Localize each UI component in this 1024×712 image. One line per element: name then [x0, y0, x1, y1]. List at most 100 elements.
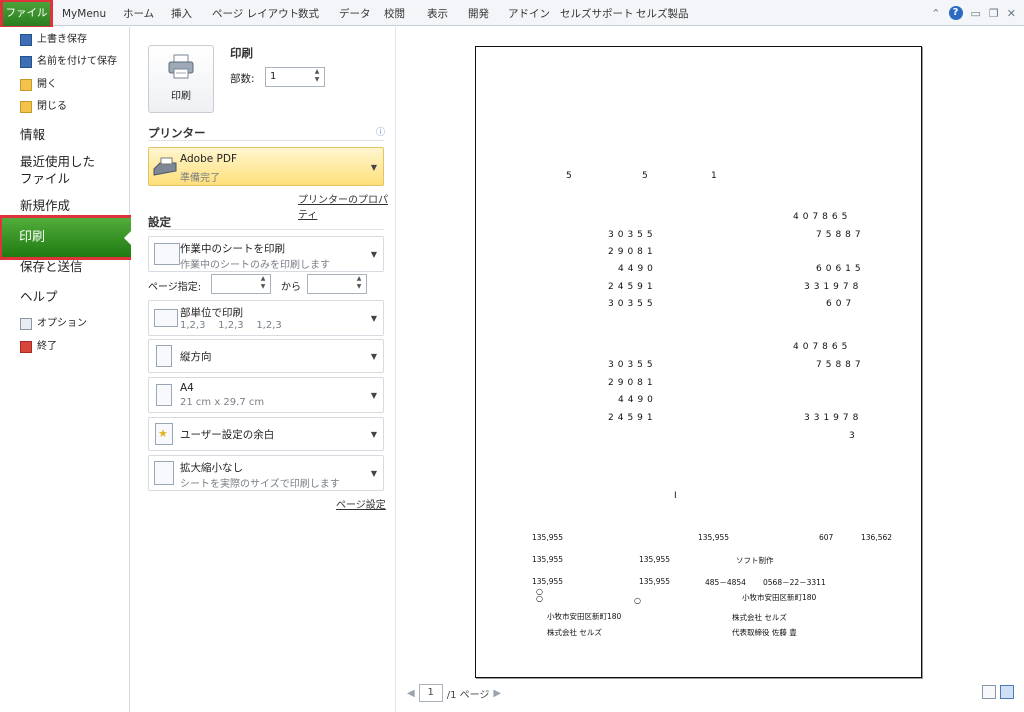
tab-cells-support[interactable]: セルズサポート — [560, 3, 634, 25]
tab-insert[interactable]: 挿入 — [171, 3, 192, 25]
nav-save[interactable]: 上書き保存 — [20, 31, 87, 49]
tab-developer[interactable]: 開発 — [468, 3, 489, 25]
preview-text: 331978 — [804, 282, 863, 292]
minimize-icon[interactable]: ▭ — [971, 7, 981, 20]
preview-text: 135,955 — [532, 577, 564, 586]
preview-text: 135,955 — [639, 577, 671, 586]
nav-new[interactable]: 新規作成 — [20, 197, 70, 214]
nav-recent-line2: ファイル — [20, 171, 71, 186]
paper-size-dropdown[interactable]: A4 21 cm x 29.7 cm ▼ — [148, 377, 384, 413]
margins-dropdown[interactable]: ★ ユーザー設定の余白 ▼ — [148, 417, 384, 451]
nav-close-label: 閉じる — [37, 101, 67, 112]
print-scope-dropdown[interactable]: 作業中のシートを印刷 作業中のシートのみを印刷します ▼ — [148, 236, 384, 272]
nav-save-label: 上書き保存 — [37, 34, 87, 45]
collapse-ribbon-icon[interactable]: ⌃ — [931, 7, 940, 20]
page-navigator: ◀ 1 /1 ページ ▶ — [407, 684, 501, 702]
restore-icon[interactable]: ❐ — [989, 7, 999, 20]
chevron-down-icon: ▼ — [370, 391, 377, 400]
nav-help[interactable]: ヘルプ — [20, 288, 58, 305]
collate-dropdown[interactable]: 部単位で印刷 1,2,3 1,2,3 1,2,3 ▼ — [148, 300, 384, 336]
tab-review[interactable]: 校閲 — [384, 3, 405, 25]
page-number-input[interactable]: 1 — [418, 684, 443, 702]
preview-text: ソフト制作 — [736, 556, 774, 565]
nav-print[interactable]: 印刷 — [0, 215, 134, 260]
print-preview: 5 5 1 407865 30355 75887 29081 4490 6061… — [397, 27, 1024, 712]
next-page-icon[interactable]: ▶ — [493, 688, 501, 699]
printer-dropdown[interactable]: Adobe PDF 準備完了 ▼ — [148, 147, 384, 186]
tab-file[interactable]: ファイル — [0, 0, 53, 29]
sheet-grid-icon — [154, 243, 180, 265]
nav-save-as[interactable]: 名前を付けて保存 — [20, 53, 117, 71]
spin-arrows-icon[interactable]: ▲ ▼ — [354, 275, 364, 293]
preview-text: 485－4854 — [705, 578, 746, 587]
preview-text: 4490 — [618, 264, 657, 274]
orientation-label: 縦方向 — [180, 351, 212, 363]
zoom-page-icon[interactable] — [1000, 685, 1014, 699]
nav-exit[interactable]: 終了 — [20, 338, 57, 356]
preview-text: 0568－22－3311 — [763, 578, 826, 587]
nav-close[interactable]: 閉じる — [20, 98, 67, 116]
paper-size-title: A4 — [180, 382, 194, 394]
print-button[interactable]: 印刷 — [148, 45, 214, 113]
chevron-down-icon: ▼ — [370, 430, 377, 439]
scaling-100-icon — [154, 461, 174, 485]
chevron-down-icon: ▼ — [370, 352, 377, 361]
nav-exit-label: 終了 — [37, 341, 57, 352]
nav-options-label: オプション — [37, 318, 87, 329]
preview-text: 135,955 — [532, 555, 564, 564]
options-icon — [20, 318, 32, 330]
prev-page-icon[interactable]: ◀ — [407, 688, 415, 699]
info-icon[interactable]: ⓘ — [376, 125, 385, 138]
preview-text: 小牧市安田区新町180 — [547, 612, 622, 621]
nav-save-as-label: 名前を付けて保存 — [37, 56, 117, 67]
tab-view[interactable]: 表示 — [427, 3, 448, 25]
tab-cells-products[interactable]: セルズ製品 — [636, 3, 689, 25]
preview-text: 4490 — [618, 395, 657, 405]
tab-formulas[interactable]: 数式 — [298, 3, 319, 25]
page-from-input[interactable]: ▲ ▼ — [211, 274, 271, 294]
printer-properties-link[interactable]: プリンターのプロパティ — [298, 191, 395, 221]
paper-size-sub: 21 cm x 29.7 cm — [180, 397, 265, 408]
nav-recent[interactable]: 最近使用した ファイル — [20, 153, 95, 187]
tab-home[interactable]: ホーム — [123, 3, 154, 25]
chevron-down-icon: ▼ — [370, 163, 377, 172]
page-range-to-label: から — [281, 282, 301, 293]
nav-info[interactable]: 情報 — [20, 126, 45, 143]
printer-name: Adobe PDF — [180, 153, 238, 165]
tab-data[interactable]: データ — [339, 3, 371, 25]
print-scope-sub: 作業中のシートのみを印刷します — [180, 260, 330, 271]
portrait-page-icon — [156, 345, 172, 367]
nav-open[interactable]: 開く — [20, 76, 57, 94]
show-margins-icon[interactable] — [982, 685, 996, 699]
print-button-label: 印刷 — [171, 91, 191, 102]
scaling-title: 拡大縮小なし — [180, 462, 243, 474]
scaling-dropdown[interactable]: 拡大縮小なし シートを実際のサイズで印刷します ▼ — [148, 455, 384, 491]
nav-options[interactable]: オプション — [20, 315, 87, 333]
spin-arrows-icon[interactable]: ▲ ▼ — [312, 68, 322, 86]
orientation-dropdown[interactable]: 縦方向 ▼ — [148, 339, 384, 373]
spin-arrows-icon[interactable]: ▲ ▼ — [258, 275, 268, 293]
page-count: /1 ページ — [446, 689, 490, 701]
tab-mymenu[interactable]: MyMenu — [62, 3, 106, 25]
save-as-icon — [20, 56, 32, 68]
divider — [148, 140, 384, 141]
preview-text: 75887 — [816, 360, 865, 370]
preview-text: 60615 — [816, 264, 865, 274]
help-icon[interactable]: ? — [948, 6, 963, 20]
preview-text: 24591 — [608, 282, 657, 292]
close-icon[interactable]: ✕ — [1007, 7, 1016, 20]
nav-save-send[interactable]: 保存と送信 — [20, 258, 83, 275]
tab-addins[interactable]: アドイン — [508, 3, 550, 25]
preview-text: 5 — [566, 171, 576, 181]
copies-value: 1 — [270, 71, 277, 82]
close-folder-icon — [20, 101, 32, 113]
page-setup-link[interactable]: ページ設定 — [336, 496, 386, 511]
preview-text: 30355 — [608, 360, 657, 370]
preview-text: 24591 — [608, 413, 657, 423]
tab-page-layout[interactable]: ページ レイアウト — [212, 3, 299, 25]
copies-stepper[interactable]: 1 ▲ ▼ — [265, 67, 325, 87]
open-folder-icon — [20, 79, 32, 91]
collate-icon — [154, 309, 178, 327]
preview-text: 株式会社 セルズ — [732, 613, 787, 622]
page-to-input[interactable]: ▲ ▼ — [307, 274, 367, 294]
